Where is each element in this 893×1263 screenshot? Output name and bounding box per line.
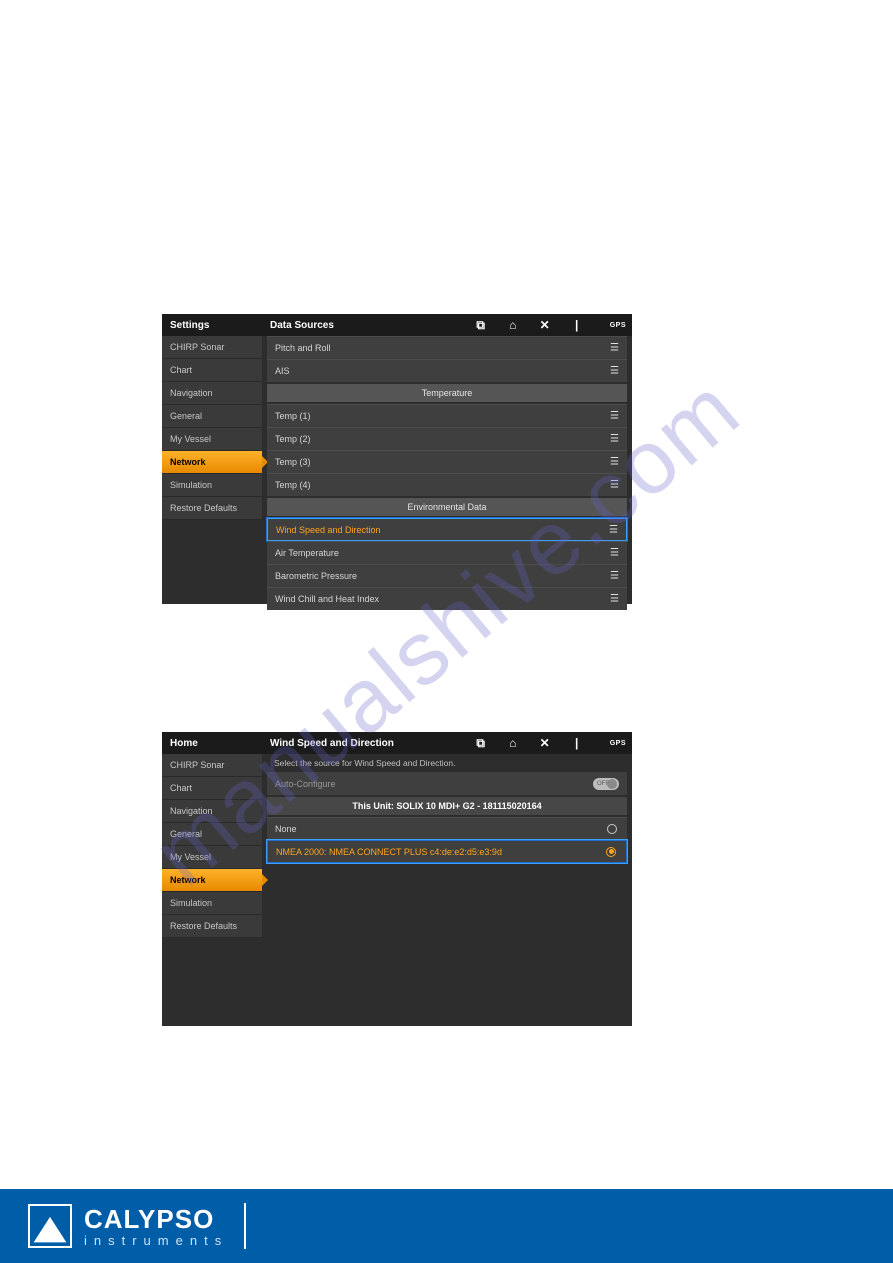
row-label: Wind Speed and Direction	[276, 525, 381, 535]
row-label: Temp (4)	[275, 480, 311, 490]
sidebar-item-chart[interactable]: Chart	[162, 359, 262, 382]
option-label: None	[275, 824, 297, 834]
sidebar-item-my-vessel[interactable]: My Vessel	[162, 846, 262, 869]
sidebar-item-network[interactable]: Network	[162, 869, 262, 892]
topbar-main-text: Data Sources	[270, 320, 334, 331]
auto-configure-row[interactable]: Auto-Configure OFF	[267, 772, 627, 795]
options-icon[interactable]: ☰	[610, 457, 619, 468]
row-pitch-and-roll[interactable]: Pitch and Roll ☰	[267, 336, 627, 359]
logo-mark-icon	[28, 1204, 72, 1248]
brand-subtitle: instruments	[84, 1234, 228, 1247]
home-icon[interactable]: ⌂	[506, 318, 520, 332]
wind-source-panel: Select the source for Wind Speed and Dir…	[262, 754, 632, 938]
row-air-temperature[interactable]: Air Temperature ☰	[267, 541, 627, 564]
topbar-main-title: Data Sources ⧉ ⌂ ✕ | GPS	[262, 314, 632, 336]
settings-sidebar: CHIRP Sonar Chart Navigation General My …	[162, 336, 262, 610]
gps-indicator: GPS	[610, 740, 626, 747]
instruction-text: Select the source for Wind Speed and Dir…	[262, 754, 632, 772]
options-icon[interactable]: ☰	[610, 366, 619, 377]
close-icon[interactable]: ✕	[538, 318, 552, 332]
separator-icon: |	[570, 736, 584, 750]
row-label: Pitch and Roll	[275, 343, 331, 353]
sidebar-item-general[interactable]: General	[162, 823, 262, 846]
row-label: Wind Chill and Heat Index	[275, 594, 379, 604]
sidebar-item-chirp-sonar[interactable]: CHIRP Sonar	[162, 336, 262, 359]
row-temp-2[interactable]: Temp (2) ☰	[267, 427, 627, 450]
options-icon[interactable]: ☰	[610, 343, 619, 354]
options-icon[interactable]: ☰	[610, 480, 619, 491]
radio-selected-icon[interactable]	[606, 847, 616, 857]
auto-configure-toggle[interactable]: OFF	[593, 778, 619, 790]
screenshot-wind-speed-direction-source: Home Wind Speed and Direction ⧉ ⌂ ✕ | GP…	[162, 732, 632, 1026]
sidebar-item-general[interactable]: General	[162, 405, 262, 428]
sidebar-item-restore-defaults[interactable]: Restore Defaults	[162, 915, 262, 938]
sidebar-item-network[interactable]: Network	[162, 451, 262, 474]
topbar-icons: ⧉ ⌂ ✕ | GPS	[474, 314, 626, 336]
option-none[interactable]: None	[267, 817, 627, 840]
sidebar-item-restore-defaults[interactable]: Restore Defaults	[162, 497, 262, 520]
sidebar-item-chirp-sonar[interactable]: CHIRP Sonar	[162, 754, 262, 777]
unit-header: This Unit: SOLIX 10 MDI+ G2 - 1811150201…	[267, 797, 627, 815]
options-icon[interactable]: ☰	[610, 594, 619, 605]
close-icon[interactable]: ✕	[538, 736, 552, 750]
section-temperature: Temperature	[267, 384, 627, 402]
topbar-left-title: Settings	[162, 314, 262, 336]
row-temp-3[interactable]: Temp (3) ☰	[267, 450, 627, 473]
options-icon[interactable]: ☰	[610, 571, 619, 582]
row-temp-4[interactable]: Temp (4) ☰	[267, 473, 627, 496]
options-icon[interactable]: ☰	[609, 524, 618, 535]
sidebar-item-chart[interactable]: Chart	[162, 777, 262, 800]
row-wind-speed-direction[interactable]: Wind Speed and Direction ☰	[267, 518, 627, 541]
new-window-icon[interactable]: ⧉	[474, 736, 488, 751]
topbar: Home Wind Speed and Direction ⧉ ⌂ ✕ | GP…	[162, 732, 632, 754]
row-label: Air Temperature	[275, 548, 339, 558]
topbar-main-title: Wind Speed and Direction ⧉ ⌂ ✕ | GPS	[262, 732, 632, 754]
section-environmental-data: Environmental Data	[267, 498, 627, 516]
brand-name: CALYPSO	[84, 1206, 228, 1232]
auto-configure-label: Auto-Configure	[275, 779, 336, 789]
sidebar-item-my-vessel[interactable]: My Vessel	[162, 428, 262, 451]
logo-divider	[244, 1203, 246, 1249]
topbar-left-title: Home	[162, 732, 262, 754]
option-nmea-connect-plus[interactable]: NMEA 2000: NMEA CONNECT PLUS c4:de:e2:d5…	[267, 840, 627, 863]
options-icon[interactable]: ☰	[610, 411, 619, 422]
row-wind-chill-heat-index[interactable]: Wind Chill and Heat Index ☰	[267, 587, 627, 610]
toggle-off-label: OFF	[597, 781, 609, 787]
data-sources-list: Pitch and Roll ☰ AIS ☰ Temperature Temp …	[262, 336, 632, 610]
logo-text: CALYPSO instruments	[84, 1206, 228, 1247]
row-label: Temp (2)	[275, 434, 311, 444]
brand-logo: CALYPSO instruments	[28, 1203, 246, 1249]
settings-sidebar: CHIRP Sonar Chart Navigation General My …	[162, 754, 262, 938]
screenshot-settings-data-sources: Settings Data Sources ⧉ ⌂ ✕ | GPS CHIRP …	[162, 314, 632, 604]
sidebar-item-navigation[interactable]: Navigation	[162, 800, 262, 823]
separator-icon: |	[570, 318, 584, 332]
option-label: NMEA 2000: NMEA CONNECT PLUS c4:de:e2:d5…	[276, 847, 502, 857]
row-label: Temp (1)	[275, 411, 311, 421]
row-temp-1[interactable]: Temp (1) ☰	[267, 404, 627, 427]
sidebar-item-simulation[interactable]: Simulation	[162, 892, 262, 915]
home-icon[interactable]: ⌂	[506, 736, 520, 750]
row-label: AIS	[275, 366, 290, 376]
radio-unselected-icon[interactable]	[607, 824, 617, 834]
page-footer: CALYPSO instruments	[0, 1189, 893, 1263]
topbar-main-text: Wind Speed and Direction	[270, 738, 394, 749]
sidebar-item-navigation[interactable]: Navigation	[162, 382, 262, 405]
sidebar-item-simulation[interactable]: Simulation	[162, 474, 262, 497]
options-icon[interactable]: ☰	[610, 434, 619, 445]
row-label: Temp (3)	[275, 457, 311, 467]
topbar: Settings Data Sources ⧉ ⌂ ✕ | GPS	[162, 314, 632, 336]
gps-indicator: GPS	[610, 322, 626, 329]
options-icon[interactable]: ☰	[610, 548, 619, 559]
row-barometric-pressure[interactable]: Barometric Pressure ☰	[267, 564, 627, 587]
row-label: Barometric Pressure	[275, 571, 357, 581]
row-ais[interactable]: AIS ☰	[267, 359, 627, 382]
topbar-icons: ⧉ ⌂ ✕ | GPS	[474, 732, 626, 754]
new-window-icon[interactable]: ⧉	[474, 318, 488, 333]
